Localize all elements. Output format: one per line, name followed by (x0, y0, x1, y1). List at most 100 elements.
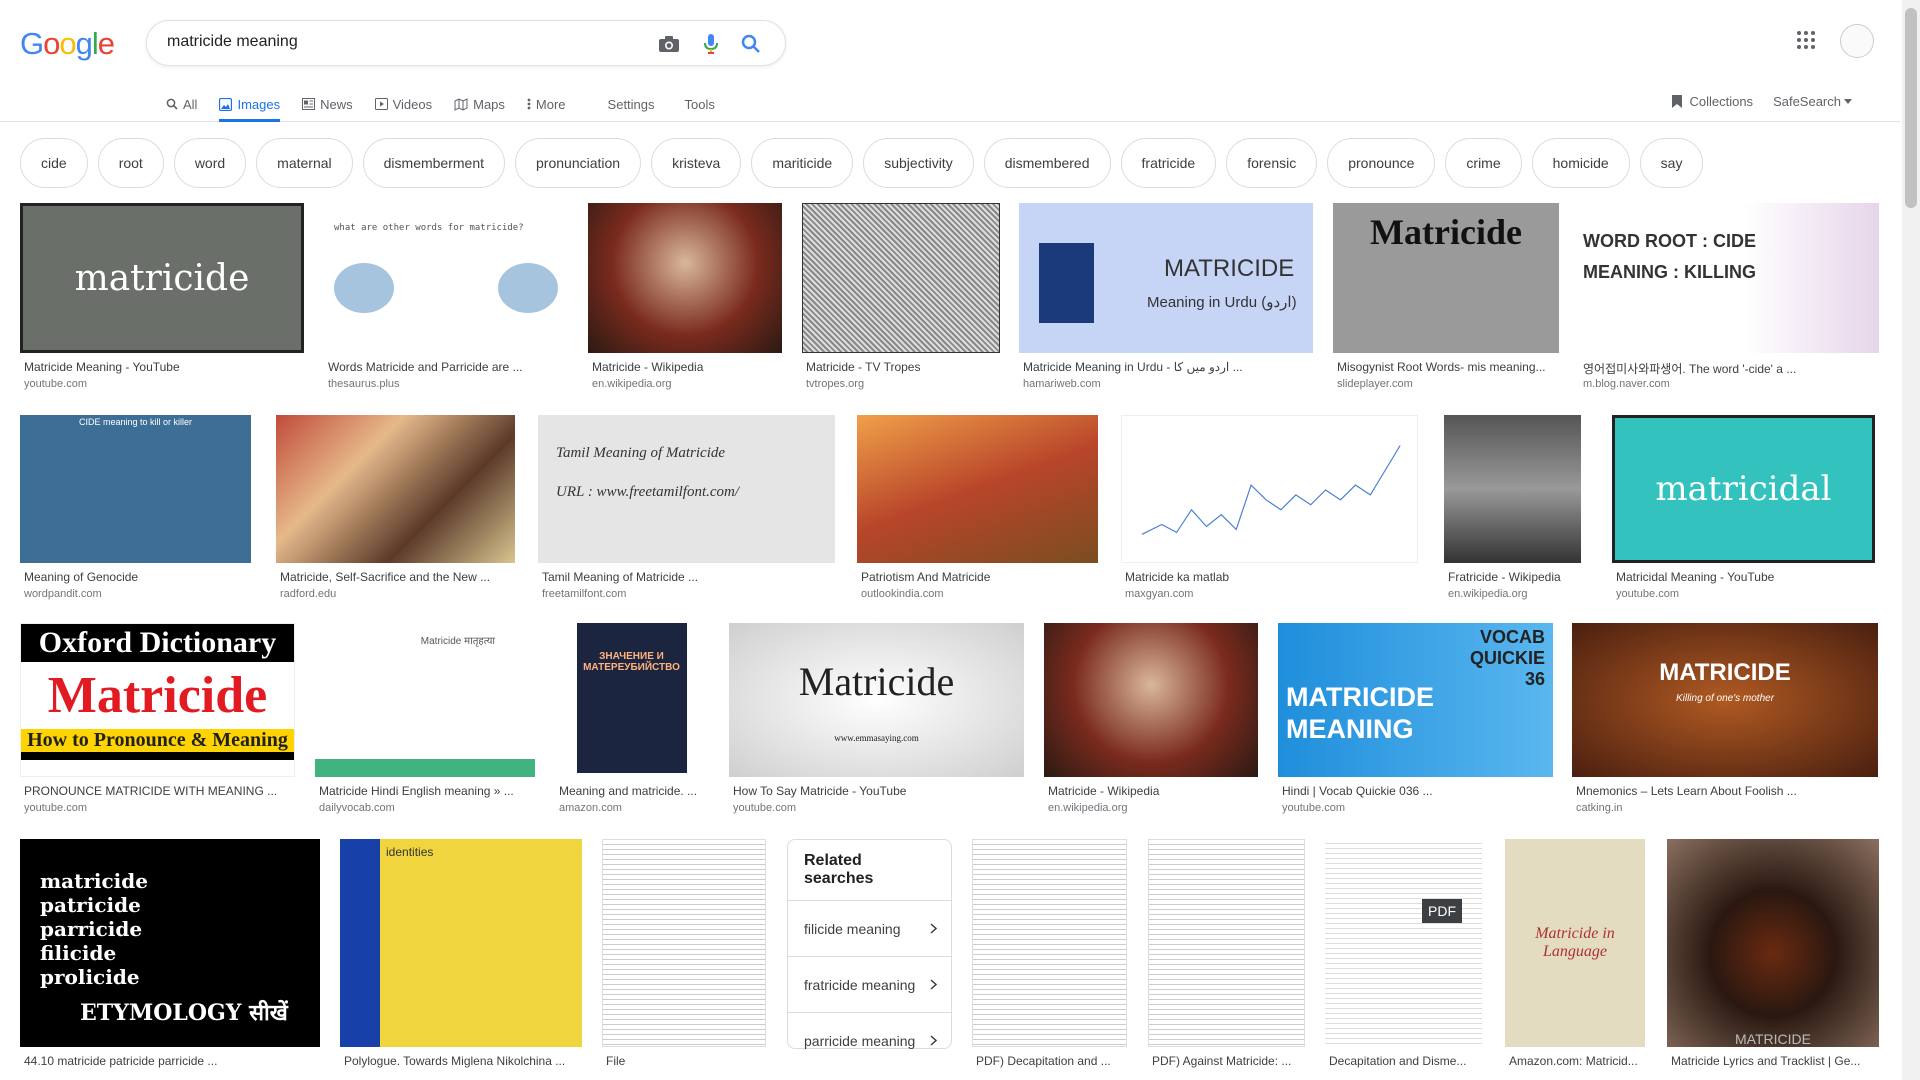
result-thumbnail[interactable] (588, 203, 782, 353)
image-result[interactable]: Tamil Meaning of Matricide URL : www.free… (538, 415, 835, 613)
image-result[interactable]: WORD ROOT : CIDE MEANING : KILLING 영어접미사와파… (1579, 203, 1879, 403)
chip[interactable]: kristeva (651, 138, 742, 188)
chip[interactable]: forensic (1226, 138, 1318, 188)
chip[interactable]: pronunciation (515, 138, 642, 188)
image-result[interactable]: Matricide ka matlab maxgyan.com (1121, 415, 1418, 613)
image-result[interactable]: PDF Decapitation and Disme... (1325, 839, 1482, 1080)
result-caption[interactable]: Amazon.com: Matricid... (1509, 1054, 1643, 1068)
related-search-item[interactable]: filicide meaning (788, 900, 951, 956)
image-result[interactable]: what are other words for matricide? Words… (324, 203, 568, 403)
result-thumbnail[interactable] (276, 415, 515, 563)
tab-videos[interactable]: Videos (374, 86, 432, 122)
chip[interactable]: fratricide (1120, 138, 1217, 188)
chip[interactable]: word (173, 138, 247, 188)
result-thumbnail[interactable]: MATRICIDE (1667, 839, 1879, 1047)
result-caption[interactable]: Matricide, Self-Sacrifice and the New ..… (280, 570, 513, 584)
tab-maps[interactable]: Maps (454, 86, 505, 122)
result-thumbnail[interactable] (1148, 839, 1305, 1047)
result-thumbnail[interactable]: what are other words for matricide? (324, 203, 568, 353)
chip[interactable]: dismembered (983, 138, 1111, 188)
result-caption[interactable]: Matricide Hindi English meaning » ... (319, 784, 533, 798)
result-caption[interactable]: Mnemonics – Lets Learn About Foolish ... (1576, 784, 1876, 798)
chip[interactable]: crime (1445, 138, 1522, 188)
image-result[interactable]: Patriotism And Matricide outlookindia.com (857, 415, 1098, 613)
tab-more[interactable]: More (527, 86, 566, 122)
result-caption[interactable]: File (606, 1054, 764, 1068)
result-caption[interactable]: Decapitation and Disme... (1329, 1054, 1480, 1068)
account-avatar[interactable] (1840, 24, 1874, 58)
safesearch-button[interactable]: SafeSearch (1773, 94, 1852, 109)
image-result[interactable]: matricide patricide parricide filicide p… (20, 839, 320, 1080)
result-thumbnail[interactable] (1121, 415, 1418, 563)
google-logo[interactable]: Google (20, 26, 115, 62)
result-thumbnail[interactable] (972, 839, 1127, 1047)
image-result[interactable]: CIDE meaning to kill or killer Meaning of… (20, 415, 251, 613)
tools-link[interactable]: Tools (685, 86, 715, 122)
image-result[interactable]: MATRICIDE Killing of one's mother Mnemonic… (1572, 623, 1878, 827)
image-result[interactable]: matricidal Matricidal Meaning - YouTube yo… (1612, 415, 1875, 613)
result-caption[interactable]: Meaning of Genocide (24, 570, 249, 584)
result-thumbnail[interactable] (802, 203, 1000, 353)
image-result[interactable]: Oxford Dictionary Matricide How to Pronoun… (20, 623, 295, 827)
image-result[interactable]: PDF) Against Matricide: ... (1148, 839, 1305, 1080)
result-caption[interactable]: Polylogue. Towards Miglena Nikolchina ..… (344, 1054, 580, 1068)
result-thumbnail[interactable]: MATRICIDE Meaning in Urdu (اردو) (1019, 203, 1313, 353)
chip[interactable]: cide (20, 138, 88, 188)
result-caption[interactable]: Words Matricide and Parricide are ... (328, 360, 566, 374)
image-result[interactable]: Matricide, Self-Sacrifice and the New ..… (276, 415, 515, 613)
result-caption[interactable]: Tamil Meaning of Matricide ... (542, 570, 833, 584)
chip[interactable]: pronounce (1327, 138, 1436, 188)
image-result[interactable]: identities Polylogue. Towards Miglena Nik… (340, 839, 582, 1080)
result-caption[interactable]: PDF) Against Matricide: ... (1152, 1054, 1303, 1068)
settings-link[interactable]: Settings (608, 86, 655, 122)
image-result[interactable]: matricide Matricide Meaning - YouTube yout… (20, 203, 304, 403)
chip[interactable]: mariticide (751, 138, 854, 188)
result-thumbnail[interactable]: ЗНАЧЕНИЕ И МАТЕРЕУБИЙСТВО (555, 623, 708, 777)
result-thumbnail[interactable]: Oxford Dictionary Matricide How to Pronoun… (20, 623, 295, 777)
result-caption[interactable]: How To Say Matricide - YouTube (733, 784, 1022, 798)
scrollbar-thumb[interactable] (1905, 8, 1917, 208)
result-thumbnail[interactable]: WORD ROOT : CIDE MEANING : KILLING (1579, 203, 1879, 353)
result-caption[interactable]: Fratricide - Wikipedia (1448, 570, 1579, 584)
result-caption[interactable]: Matricide - Wikipedia (1048, 784, 1256, 798)
page-scrollbar[interactable] (1902, 0, 1920, 1080)
search-icon[interactable] (739, 32, 763, 56)
image-result[interactable]: Matricide - TV Tropes tvtropes.org (802, 203, 1000, 403)
chip[interactable]: dismemberment (362, 138, 506, 188)
result-caption[interactable]: Matricide Meaning - YouTube (24, 360, 302, 374)
result-caption[interactable]: PDF) Decapitation and ... (976, 1054, 1125, 1068)
collections-button[interactable]: Collections (1671, 94, 1753, 109)
image-result[interactable]: Matricide Misogynist Root Words- mis mean… (1333, 203, 1559, 403)
result-caption[interactable]: Misogynist Root Words- mis meaning... (1337, 360, 1557, 374)
result-caption[interactable]: Matricide Lyrics and Tracklist | Ge... (1671, 1054, 1877, 1068)
result-thumbnail[interactable] (857, 415, 1098, 563)
result-thumbnail[interactable]: CIDE meaning to kill or killer (20, 415, 251, 563)
image-result[interactable]: MATRICIDE MEANING VOCAB QUICKIE 36 Hindi |… (1278, 623, 1553, 827)
result-caption[interactable]: PRONOUNCE MATRICIDE WITH MEANING ... (24, 784, 293, 798)
result-thumbnail[interactable]: identities (340, 839, 582, 1047)
related-search-item[interactable]: parricide meaning (788, 1012, 951, 1068)
image-result[interactable]: PDF) Decapitation and ... (972, 839, 1127, 1080)
image-result[interactable]: Matricide www.emmasaying.com How To Say Ma… (729, 623, 1024, 827)
result-thumbnail[interactable]: MATRICIDE MEANING VOCAB QUICKIE 36 (1278, 623, 1553, 777)
search-input[interactable] (167, 33, 617, 51)
result-thumbnail[interactable]: MATRICIDE Killing of one's mother (1572, 623, 1878, 777)
result-thumbnail[interactable]: Matricide मातृहत्या (315, 623, 535, 777)
chip[interactable]: subjectivity (863, 138, 974, 188)
result-thumbnail[interactable] (1044, 623, 1258, 777)
result-thumbnail[interactable]: Matricide (1333, 203, 1559, 353)
result-caption[interactable]: 44.10 matricide patricide parricide ... (24, 1054, 318, 1068)
chip[interactable]: maternal (256, 138, 353, 188)
result-thumbnail[interactable]: matricide patricide parricide filicide p… (20, 839, 320, 1047)
result-thumbnail[interactable]: PDF (1325, 839, 1482, 1047)
result-caption[interactable]: 영어접미사와파생어. The word '-cide' a ... (1583, 360, 1877, 377)
result-thumbnail[interactable]: matricide (20, 203, 304, 353)
image-result[interactable]: MATRICIDE Meaning in Urdu (اردو) Matricide… (1019, 203, 1313, 403)
tab-news[interactable]: News (302, 86, 353, 122)
apps-grid-icon[interactable] (1796, 30, 1820, 54)
result-caption[interactable]: Matricide ka matlab (1125, 570, 1416, 584)
result-caption[interactable]: Matricidal Meaning - YouTube (1616, 570, 1873, 584)
chip[interactable]: homicide (1531, 138, 1630, 188)
result-caption[interactable]: Hindi | Vocab Quickie 036 ... (1282, 784, 1551, 798)
result-thumbnail[interactable]: Matricide in Language (1505, 839, 1645, 1047)
